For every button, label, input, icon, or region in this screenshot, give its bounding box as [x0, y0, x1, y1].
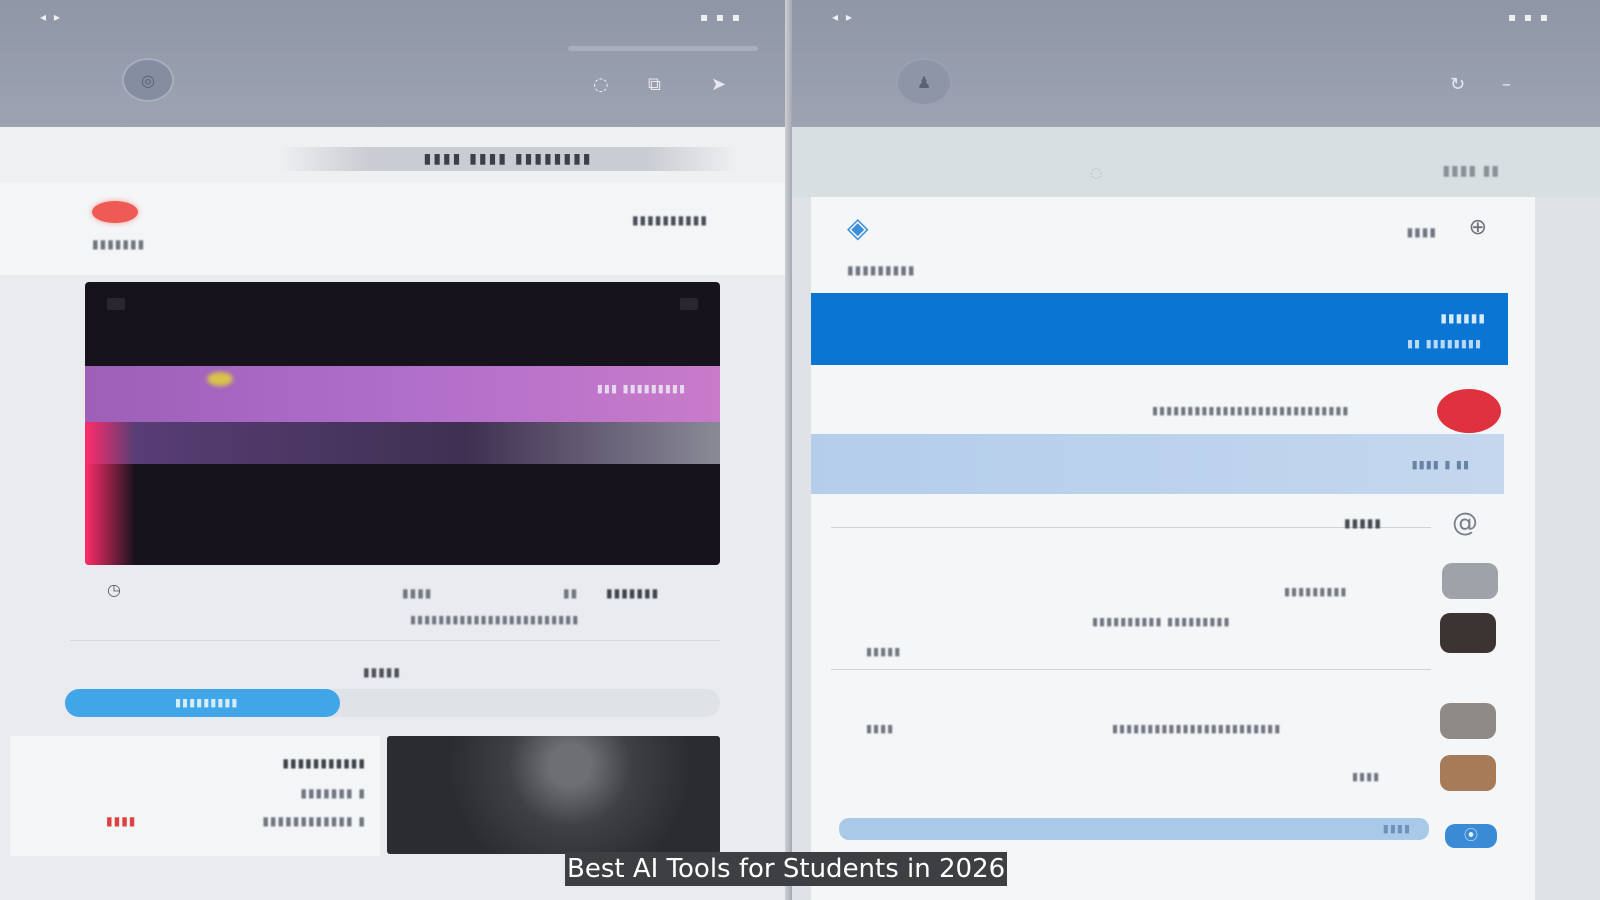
refresh-icon[interactable]: ↻ [1450, 74, 1465, 95]
stat-count: ▮▮ [563, 586, 579, 600]
related-thumbnail[interactable] [387, 736, 720, 854]
menu-icon[interactable]: – [1502, 74, 1511, 95]
camera-button-icon[interactable]: ⦿ [1445, 824, 1497, 848]
stat-views: ▮▮▮▮ [402, 586, 433, 600]
search-field[interactable] [568, 46, 758, 51]
row-1-text: ▮▮▮▮▮▮▮▮▮ [1284, 585, 1348, 598]
spiral-icon[interactable]: @ [1452, 508, 1478, 538]
row-divider [831, 527, 1431, 528]
item-text: ▮▮▮▮▮▮▮▮▮▮▮▮▮▮▮▮▮▮▮▮▮▮▮▮▮▮▮▮ [1152, 404, 1350, 417]
video-player[interactable]: ▮▮▮ ▮▮▮▮▮▮▮▮▮ [85, 282, 720, 565]
copy-icon[interactable]: ⧉ [648, 74, 661, 95]
video-light-spot [207, 372, 233, 386]
related-line-3: ▮▮▮▮▮▮▮▮▮▮▮▮ ▮ [262, 814, 366, 828]
video-overlay-text: ▮▮▮ ▮▮▮▮▮▮▮▮▮ [596, 382, 686, 395]
right-phone-screen: ◂ ▸ ▪ ▪ ▪ ♟ ↻ – ◌ ▮▮▮▮ ▮▮ ◈ ▮▮▮▮▮▮▮▮▮ ▮▮… [792, 0, 1600, 900]
status-right: ▪ ▪ ▪ [699, 10, 742, 24]
highlight-banner[interactable]: ▮▮▮▮▮▮ ▮▮ ▮▮▮▮▮▮▮▮ [811, 293, 1508, 365]
video-light-flare [85, 422, 135, 565]
related-line-2: ▮▮▮▮▮▮▮ ▮ [300, 786, 366, 800]
info-bar-text: ▮▮▮▮ ▮ ▮▮ [1411, 458, 1470, 471]
banner-line-2: ▮▮ ▮▮▮▮▮▮▮▮ [1406, 337, 1482, 350]
related-card[interactable]: ▮▮▮▮▮▮▮▮▮▮▮ ▮▮▮▮▮▮▮ ▮ ▮▮▮▮▮▮▮▮▮▮▮▮ ▮ ▮▮▮… [10, 736, 380, 856]
progress-label: ▮▮▮▮▮ [363, 665, 402, 679]
row-4-text: ▮▮▮▮ [1352, 770, 1381, 783]
video-band-dark [85, 422, 720, 464]
status-bar: ◂ ▸ ▪ ▪ ▪ [0, 8, 792, 28]
row-3-sub: ▮▮▮▮ [866, 722, 895, 735]
card-author: ▮▮▮▮▮▮▮▮▮ [847, 263, 916, 277]
banner-line-1: ▮▮▮▮▮▮ [1440, 311, 1486, 325]
record-button[interactable] [1437, 389, 1501, 433]
channel-strip-right: ◌ ▮▮▮▮ ▮▮ [792, 127, 1600, 197]
send-icon[interactable]: ➤ [711, 74, 726, 95]
post-meta: ▮▮▮▮▮▮▮▮▮▮ [631, 213, 708, 227]
person-icon[interactable]: ♟ [896, 58, 952, 106]
app-logo-icon: ◈ [847, 211, 869, 244]
author-avatar[interactable] [92, 201, 138, 223]
reply-link: ▮▮▮▮ [1382, 822, 1411, 835]
reply-input[interactable]: ▮▮▮▮ [839, 818, 1429, 840]
top-app-bar-right: ◂ ▸ ▪ ▪ ▪ ♟ ↻ – [792, 0, 1600, 127]
related-line-1: ▮▮▮▮▮▮▮▮▮▮▮ [282, 756, 366, 770]
author-name: ▮▮▮▮▮▮▮ [92, 237, 146, 251]
row-2-avatar[interactable] [1440, 613, 1496, 653]
divider [70, 640, 720, 641]
row-3-avatar[interactable] [1440, 703, 1496, 739]
row-divider [831, 669, 1431, 670]
progress-bar[interactable]: ▮▮▮▮▮▮▮▮▮ [65, 689, 720, 717]
channel-title: ▮▮▮▮ ▮▮▮▮ ▮▮▮▮▮▮▮▮ [278, 147, 738, 171]
chat-icon[interactable]: ◌ [593, 74, 609, 95]
stats-subline: ▮▮▮▮▮▮▮▮▮▮▮▮▮▮▮▮▮▮▮▮▮▮▮▮ [410, 613, 580, 626]
top-app-bar: ◂ ▸ ▪ ▪ ▪ ◎ ◌ ⧉ ➤ [0, 0, 792, 127]
row-1-avatar[interactable] [1442, 563, 1498, 599]
card-corner-label: ▮▮▮▮ [1406, 225, 1437, 239]
row-4-avatar[interactable] [1440, 755, 1496, 791]
share-icon[interactable]: ⊕ [1469, 215, 1487, 240]
status-left: ◂ ▸ [40, 10, 62, 24]
link-icon[interactable]: ◌ [1090, 165, 1102, 181]
status-right-right: ▪ ▪ ▪ [1507, 10, 1550, 24]
info-bar[interactable]: ▮▮▮▮ ▮ ▮▮ [811, 434, 1504, 494]
video-caption: Best AI Tools for Students in 2026 [565, 852, 1008, 886]
row-3-text: ▮▮▮▮▮▮▮▮▮▮▮▮▮▮▮▮▮▮▮▮▮▮▮▮ [1112, 722, 1282, 735]
video-corner-left [107, 298, 125, 310]
left-phone-screen: ◂ ▸ ▪ ▪ ▪ ◎ ◌ ⧉ ➤ ▮▮▮▮ ▮▮▮▮ ▮▮▮▮▮▮▮▮ ▮▮▮… [0, 0, 792, 900]
channel-title-right: ▮▮▮▮ ▮▮ [1442, 163, 1500, 179]
section-label: ▮▮▮▮▮ [1344, 516, 1383, 530]
row-2-sub: ▮▮▮▮▮ [866, 645, 902, 658]
channel-strip: ▮▮▮▮ ▮▮▮▮ ▮▮▮▮▮▮▮▮ [0, 127, 792, 183]
status-bar-right: ◂ ▸ ▪ ▪ ▪ [792, 8, 1600, 28]
progress-text: ▮▮▮▮▮▮▮▮▮ [175, 696, 239, 709]
camera-icon[interactable]: ◎ [122, 58, 174, 102]
video-corner-right [680, 298, 698, 310]
row-2-text: ▮▮▮▮▮▮▮▮▮▮ ▮▮▮▮▮▮▮▮▮ [1092, 615, 1231, 628]
related-tag: ▮▮▮▮ [106, 814, 137, 828]
clock-icon[interactable]: ◷ [107, 580, 121, 599]
post-header: ▮▮▮▮▮▮▮ ▮▮▮▮▮▮▮▮▮▮ [0, 183, 792, 275]
status-left-right: ◂ ▸ [832, 10, 854, 24]
stat-label: ▮▮▮▮▮▮▮ [606, 586, 660, 600]
